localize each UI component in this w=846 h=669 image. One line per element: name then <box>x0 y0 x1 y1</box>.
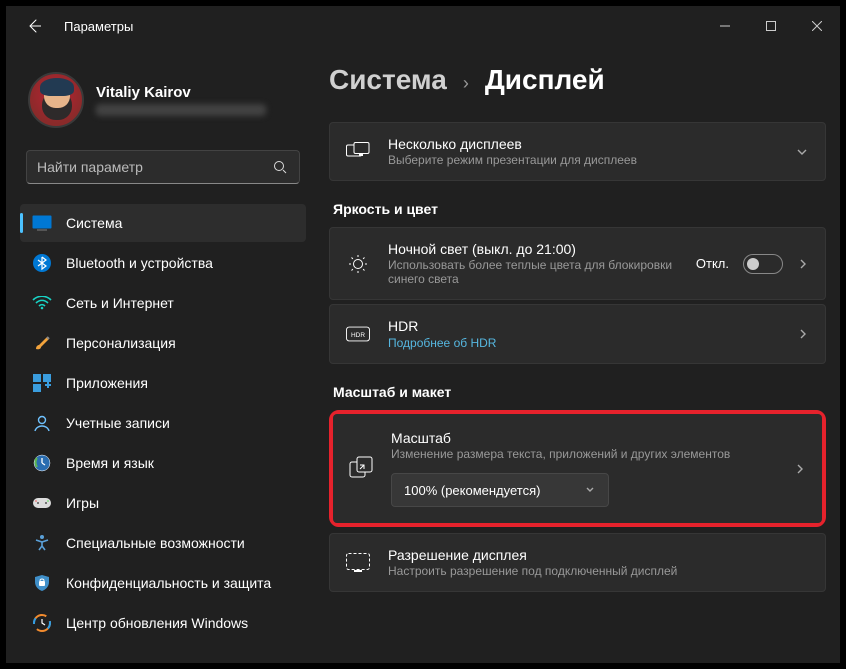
minimize-button[interactable] <box>702 10 748 42</box>
sidebar-item-privacy[interactable]: Конфиденциальность и защита <box>20 564 306 602</box>
card-resolution[interactable]: Разрешение дисплея Настроить разрешение … <box>329 533 826 592</box>
apps-icon <box>32 373 52 393</box>
card-hdr[interactable]: HDR HDR Подробнее об HDR <box>329 304 826 364</box>
scale-value: 100% (рекомендуется) <box>404 483 540 498</box>
resolution-icon <box>346 551 370 575</box>
card-title: HDR <box>388 318 779 334</box>
night-icon <box>346 252 370 276</box>
profile-block[interactable]: Vitaliy Kairov <box>28 72 300 128</box>
card-scale[interactable]: Масштаб Изменение размера текста, прилож… <box>333 414 822 523</box>
hdr-icon: HDR <box>346 322 370 346</box>
chevron-right-icon: › <box>463 73 469 94</box>
scale-dropdown[interactable]: 100% (рекомендуется) <box>391 473 609 507</box>
card-title: Ночной свет (выкл. до 21:00) <box>388 241 678 257</box>
shield-icon <box>32 573 52 593</box>
sidebar-item-accounts[interactable]: Учетные записи <box>20 404 306 442</box>
sidebar-item-apps[interactable]: Приложения <box>20 364 306 402</box>
accessibility-icon <box>32 533 52 553</box>
bluetooth-icon <box>32 253 52 273</box>
sidebar-item-bluetooth[interactable]: Bluetooth и устройства <box>20 244 306 282</box>
breadcrumb-current: Дисплей <box>485 64 605 96</box>
wifi-icon <box>32 293 52 313</box>
section-brightness: Яркость и цвет <box>333 201 826 217</box>
card-desc: Изменение размера текста, приложений и д… <box>391 447 776 461</box>
hdr-link[interactable]: Подробнее об HDR <box>388 336 496 350</box>
system-icon <box>32 213 52 233</box>
card-night-light[interactable]: Ночной свет (выкл. до 21:00) Использоват… <box>329 227 826 300</box>
breadcrumb-root[interactable]: Система <box>329 64 447 96</box>
sidebar-item-gaming[interactable]: Игры <box>20 484 306 522</box>
chevron-right-icon <box>794 463 806 475</box>
close-button[interactable] <box>794 10 840 42</box>
highlight-box: Масштаб Изменение размера текста, прилож… <box>329 410 826 527</box>
toggle-status: Откл. <box>696 256 729 271</box>
displays-icon <box>346 140 370 164</box>
card-title: Масштаб <box>391 430 776 446</box>
chevron-down-icon <box>584 484 596 496</box>
chevron-right-icon <box>797 258 809 270</box>
back-button[interactable] <box>22 14 46 38</box>
chevron-right-icon <box>797 328 809 340</box>
chevron-down-icon <box>795 145 809 159</box>
breadcrumb: Система › Дисплей <box>329 64 826 96</box>
sidebar-item-network[interactable]: Сеть и Интернет <box>20 284 306 322</box>
card-multiple-displays[interactable]: Несколько дисплеев Выберите режим презен… <box>329 122 826 181</box>
section-scale: Масштаб и макет <box>333 384 826 400</box>
sidebar-item-accessibility[interactable]: Специальные возможности <box>20 524 306 562</box>
maximize-button[interactable] <box>748 10 794 42</box>
username: Vitaliy Kairov <box>96 84 266 101</box>
brush-icon <box>32 333 52 353</box>
card-title: Разрешение дисплея <box>388 547 809 563</box>
gamepad-icon <box>32 493 52 513</box>
search-box[interactable] <box>26 150 300 184</box>
search-icon <box>271 158 289 176</box>
sidebar-item-time[interactable]: Время и язык <box>20 444 306 482</box>
card-desc: Настроить разрешение под подключенный ди… <box>388 564 809 578</box>
person-icon <box>32 413 52 433</box>
avatar <box>28 72 84 128</box>
card-title: Несколько дисплеев <box>388 136 777 152</box>
clock-icon <box>32 453 52 473</box>
scale-icon <box>349 456 373 480</box>
sidebar-item-system[interactable]: Система <box>20 204 306 242</box>
window-title: Параметры <box>64 19 133 34</box>
sidebar-item-update[interactable]: Центр обновления Windows <box>20 604 306 642</box>
card-desc: Использовать более теплые цвета для блок… <box>388 258 678 286</box>
svg-text:HDR: HDR <box>351 332 365 339</box>
sidebar-item-personalization[interactable]: Персонализация <box>20 324 306 362</box>
card-desc: Выберите режим презентации для дисплеев <box>388 153 777 167</box>
user-email-blurred <box>96 104 266 116</box>
search-input[interactable] <box>37 159 271 175</box>
update-icon <box>32 613 52 633</box>
night-light-toggle[interactable] <box>743 254 783 274</box>
